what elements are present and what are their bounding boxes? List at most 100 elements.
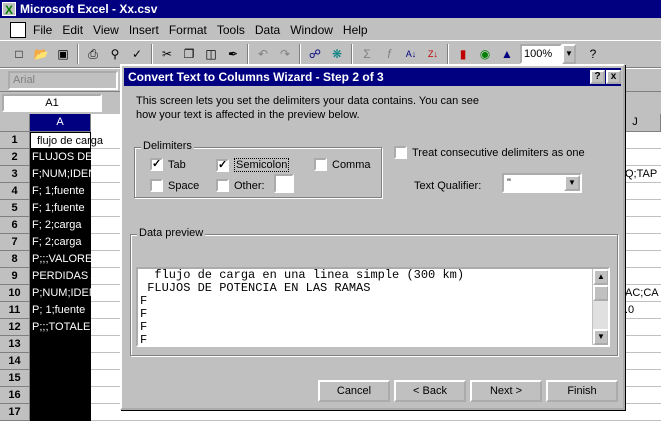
- help-button[interactable]: ?: [590, 70, 605, 84]
- hyperlink-icon[interactable]: ☍: [304, 43, 326, 65]
- menu-edit[interactable]: Edit: [57, 20, 88, 40]
- row-header[interactable]: 5: [0, 200, 30, 217]
- row-header[interactable]: 10: [0, 285, 30, 302]
- chart-wizard-icon[interactable]: ▮: [452, 43, 474, 65]
- text-qualifier-select[interactable]: " ▼: [502, 173, 582, 193]
- cut-icon[interactable]: ✂: [156, 43, 178, 65]
- row-header[interactable]: 11: [0, 302, 30, 319]
- menu-window[interactable]: Window: [285, 20, 338, 40]
- row-header[interactable]: 15: [0, 370, 30, 387]
- semicolon-checkbox[interactable]: ✓ Semicolon: [216, 158, 290, 172]
- redo-icon[interactable]: ↷: [274, 43, 296, 65]
- row-header[interactable]: 2: [0, 149, 30, 166]
- row-header[interactable]: 17: [0, 404, 30, 421]
- other-check-box[interactable]: [216, 179, 229, 192]
- menu-help[interactable]: Help: [338, 20, 373, 40]
- menu-file[interactable]: File: [28, 20, 57, 40]
- row-header[interactable]: 6: [0, 217, 30, 234]
- document-icon[interactable]: [10, 22, 26, 38]
- cell-a[interactable]: F; 2;carga: [30, 234, 91, 251]
- cell-a[interactable]: [30, 370, 91, 387]
- comma-check-box[interactable]: [314, 158, 327, 171]
- cell-a[interactable]: [30, 353, 91, 370]
- back-button[interactable]: < Back: [394, 380, 466, 402]
- sort-descending-icon[interactable]: Z↓: [422, 43, 444, 65]
- space-check-box[interactable]: [150, 179, 163, 192]
- column-header-a[interactable]: A: [30, 114, 91, 132]
- font-name-field[interactable]: Arial: [8, 71, 118, 90]
- scroll-down-icon[interactable]: ▼: [593, 329, 608, 345]
- cell-a[interactable]: F; 1;fuente: [30, 183, 91, 200]
- cell-a[interactable]: F; 2;carga: [30, 217, 91, 234]
- sort-ascending-icon[interactable]: A↓: [400, 43, 422, 65]
- cell-a[interactable]: P;;;VALORES T: [30, 251, 109, 268]
- consecutive-checkbox[interactable]: Treat consecutive delimiters as one: [394, 146, 585, 159]
- scroll-up-icon[interactable]: ▲: [593, 269, 608, 285]
- cell-right[interactable]: .0: [625, 302, 634, 319]
- row-header[interactable]: 12: [0, 319, 30, 336]
- format-painter-icon[interactable]: ✒: [222, 43, 244, 65]
- cell-a[interactable]: [30, 404, 91, 421]
- row-header[interactable]: 3: [0, 166, 30, 183]
- paste-icon[interactable]: ◫: [200, 43, 222, 65]
- tab-checkbox[interactable]: ✓ Tab: [150, 158, 186, 171]
- print-icon[interactable]: ⎙: [82, 43, 104, 65]
- qualifier-dropdown-icon[interactable]: ▼: [564, 175, 580, 191]
- web-toolbar-icon[interactable]: ❋: [326, 43, 348, 65]
- undo-icon[interactable]: ↶: [252, 43, 274, 65]
- function-icon[interactable]: f: [378, 43, 400, 65]
- map-icon[interactable]: ◉: [474, 43, 496, 65]
- row-header[interactable]: 14: [0, 353, 30, 370]
- space-checkbox[interactable]: Space: [150, 179, 199, 192]
- autosum-icon[interactable]: Σ: [356, 43, 378, 65]
- cell-a[interactable]: [30, 387, 91, 404]
- menu-tools[interactable]: Tools: [212, 20, 250, 40]
- tab-check-box[interactable]: ✓: [150, 158, 163, 171]
- zoom-dropdown-icon[interactable]: ▼: [562, 44, 576, 64]
- new-icon[interactable]: □: [8, 43, 30, 65]
- print-preview-icon[interactable]: ⚲: [104, 43, 126, 65]
- scroll-thumb[interactable]: [593, 285, 608, 301]
- other-checkbox[interactable]: Other:: [216, 179, 265, 192]
- spelling-icon[interactable]: ✓: [126, 43, 148, 65]
- cell-a[interactable]: PERDIDAS AC: [30, 268, 106, 285]
- next-button[interactable]: Next >: [470, 380, 542, 402]
- name-box[interactable]: A1: [2, 94, 102, 112]
- close-button[interactable]: x: [606, 70, 621, 84]
- cell-a[interactable]: P; 1;fuente: [30, 302, 91, 319]
- row-header[interactable]: 16: [0, 387, 30, 404]
- save-icon[interactable]: ▣: [52, 43, 74, 65]
- drawing-icon[interactable]: ▲: [496, 43, 518, 65]
- row-header[interactable]: 1: [0, 132, 30, 149]
- comma-checkbox[interactable]: Comma: [314, 158, 371, 171]
- row-header[interactable]: 7: [0, 234, 30, 251]
- cell-a[interactable]: [30, 336, 91, 353]
- cell-right[interactable]: AC;CA: [625, 285, 659, 302]
- copy-icon[interactable]: ❐: [178, 43, 200, 65]
- finish-button[interactable]: Finish: [546, 380, 618, 402]
- office-assistant-icon[interactable]: ?: [582, 43, 604, 65]
- zoom-field[interactable]: 100%: [520, 44, 562, 64]
- menu-data[interactable]: Data: [250, 20, 285, 40]
- data-preview-box[interactable]: flujo de carga en una linea simple (300 …: [136, 267, 610, 347]
- preview-scrollbar[interactable]: ▲ ▼: [592, 269, 608, 345]
- cell-a[interactable]: flujo de carga: [30, 132, 103, 149]
- cell-right[interactable]: Q;TAP: [625, 166, 657, 183]
- row-header[interactable]: 13: [0, 336, 30, 353]
- row-header[interactable]: 4: [0, 183, 30, 200]
- menu-format[interactable]: Format: [164, 20, 212, 40]
- row-header[interactable]: 9: [0, 268, 30, 285]
- menu-insert[interactable]: Insert: [124, 20, 164, 40]
- menu-view[interactable]: View: [88, 20, 124, 40]
- consecutive-check-box[interactable]: [394, 146, 407, 159]
- open-icon[interactable]: 📂: [30, 43, 52, 65]
- cell-a[interactable]: F; 1;fuente: [30, 200, 91, 217]
- cell-a[interactable]: F;NUM;IDENTIF: [30, 166, 113, 183]
- corner-header[interactable]: [0, 114, 30, 132]
- semicolon-check-box[interactable]: ✓: [216, 158, 229, 172]
- row-header[interactable]: 8: [0, 251, 30, 268]
- cancel-button[interactable]: Cancel: [318, 380, 390, 402]
- cell-a[interactable]: P;NUM;IDENTIF: [30, 285, 113, 302]
- other-delimiter-input[interactable]: [274, 174, 294, 193]
- cell-a[interactable]: FLUJOS DE P: [30, 149, 103, 166]
